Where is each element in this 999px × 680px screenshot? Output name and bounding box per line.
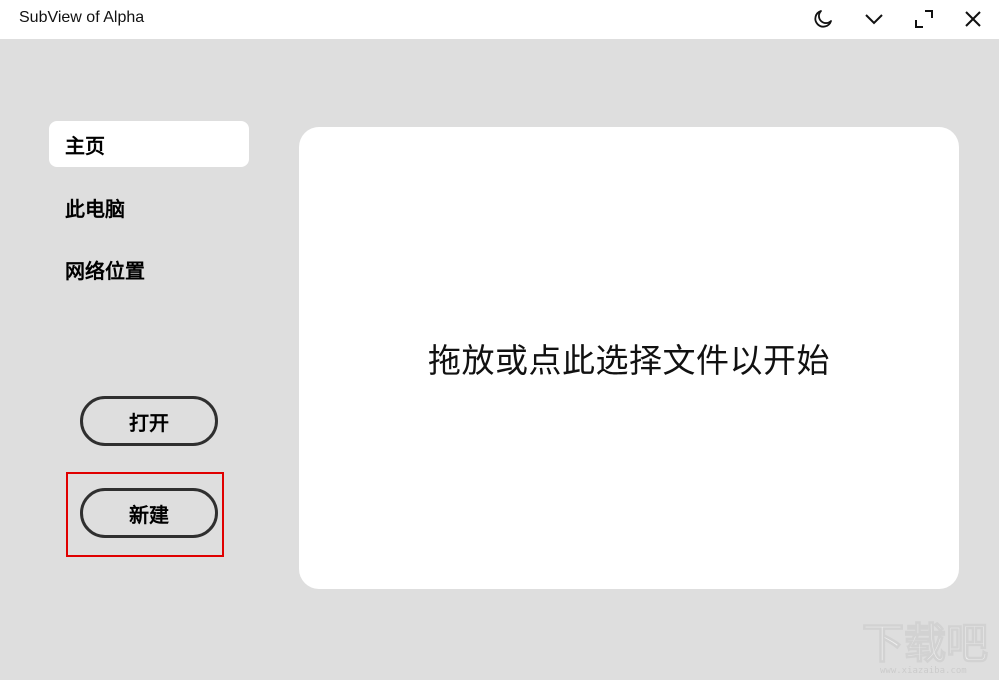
minimize-chevron-icon <box>863 8 885 30</box>
sidebar-item-this-pc[interactable]: 此电脑 <box>49 184 249 230</box>
open-button[interactable]: 打开 <box>80 396 218 446</box>
open-button-label: 打开 <box>129 410 169 435</box>
maximize-button[interactable] <box>909 4 939 34</box>
minimize-button[interactable] <box>859 4 889 34</box>
sidebar-item-label: 网络位置 <box>65 258 145 283</box>
theme-toggle-button[interactable] <box>808 4 838 34</box>
sidebar-item-home[interactable]: 主页 <box>49 121 249 167</box>
watermark-logo: 下载吧 www.xiazaiba.com <box>858 616 996 676</box>
close-icon <box>962 8 984 30</box>
close-button[interactable] <box>958 4 988 34</box>
watermark-url: www.xiazaiba.com <box>880 666 967 676</box>
sidebar-item-label: 此电脑 <box>65 196 125 221</box>
drop-prompt: 拖放或点此选择文件以开始 <box>428 341 830 380</box>
title-bar: SubView of Alpha <box>0 0 999 39</box>
new-button-label: 新建 <box>129 502 169 527</box>
new-button[interactable]: 新建 <box>80 488 218 538</box>
window-title: SubView of Alpha <box>19 9 145 26</box>
sidebar-item-network[interactable]: 网络位置 <box>49 246 249 292</box>
watermark-text: 下载吧 <box>862 619 988 668</box>
sidebar-item-label: 主页 <box>65 133 105 158</box>
file-drop-area[interactable]: 拖放或点此选择文件以开始 <box>299 127 959 589</box>
maximize-icon <box>913 8 935 30</box>
theme-toggle-icon <box>812 8 834 30</box>
